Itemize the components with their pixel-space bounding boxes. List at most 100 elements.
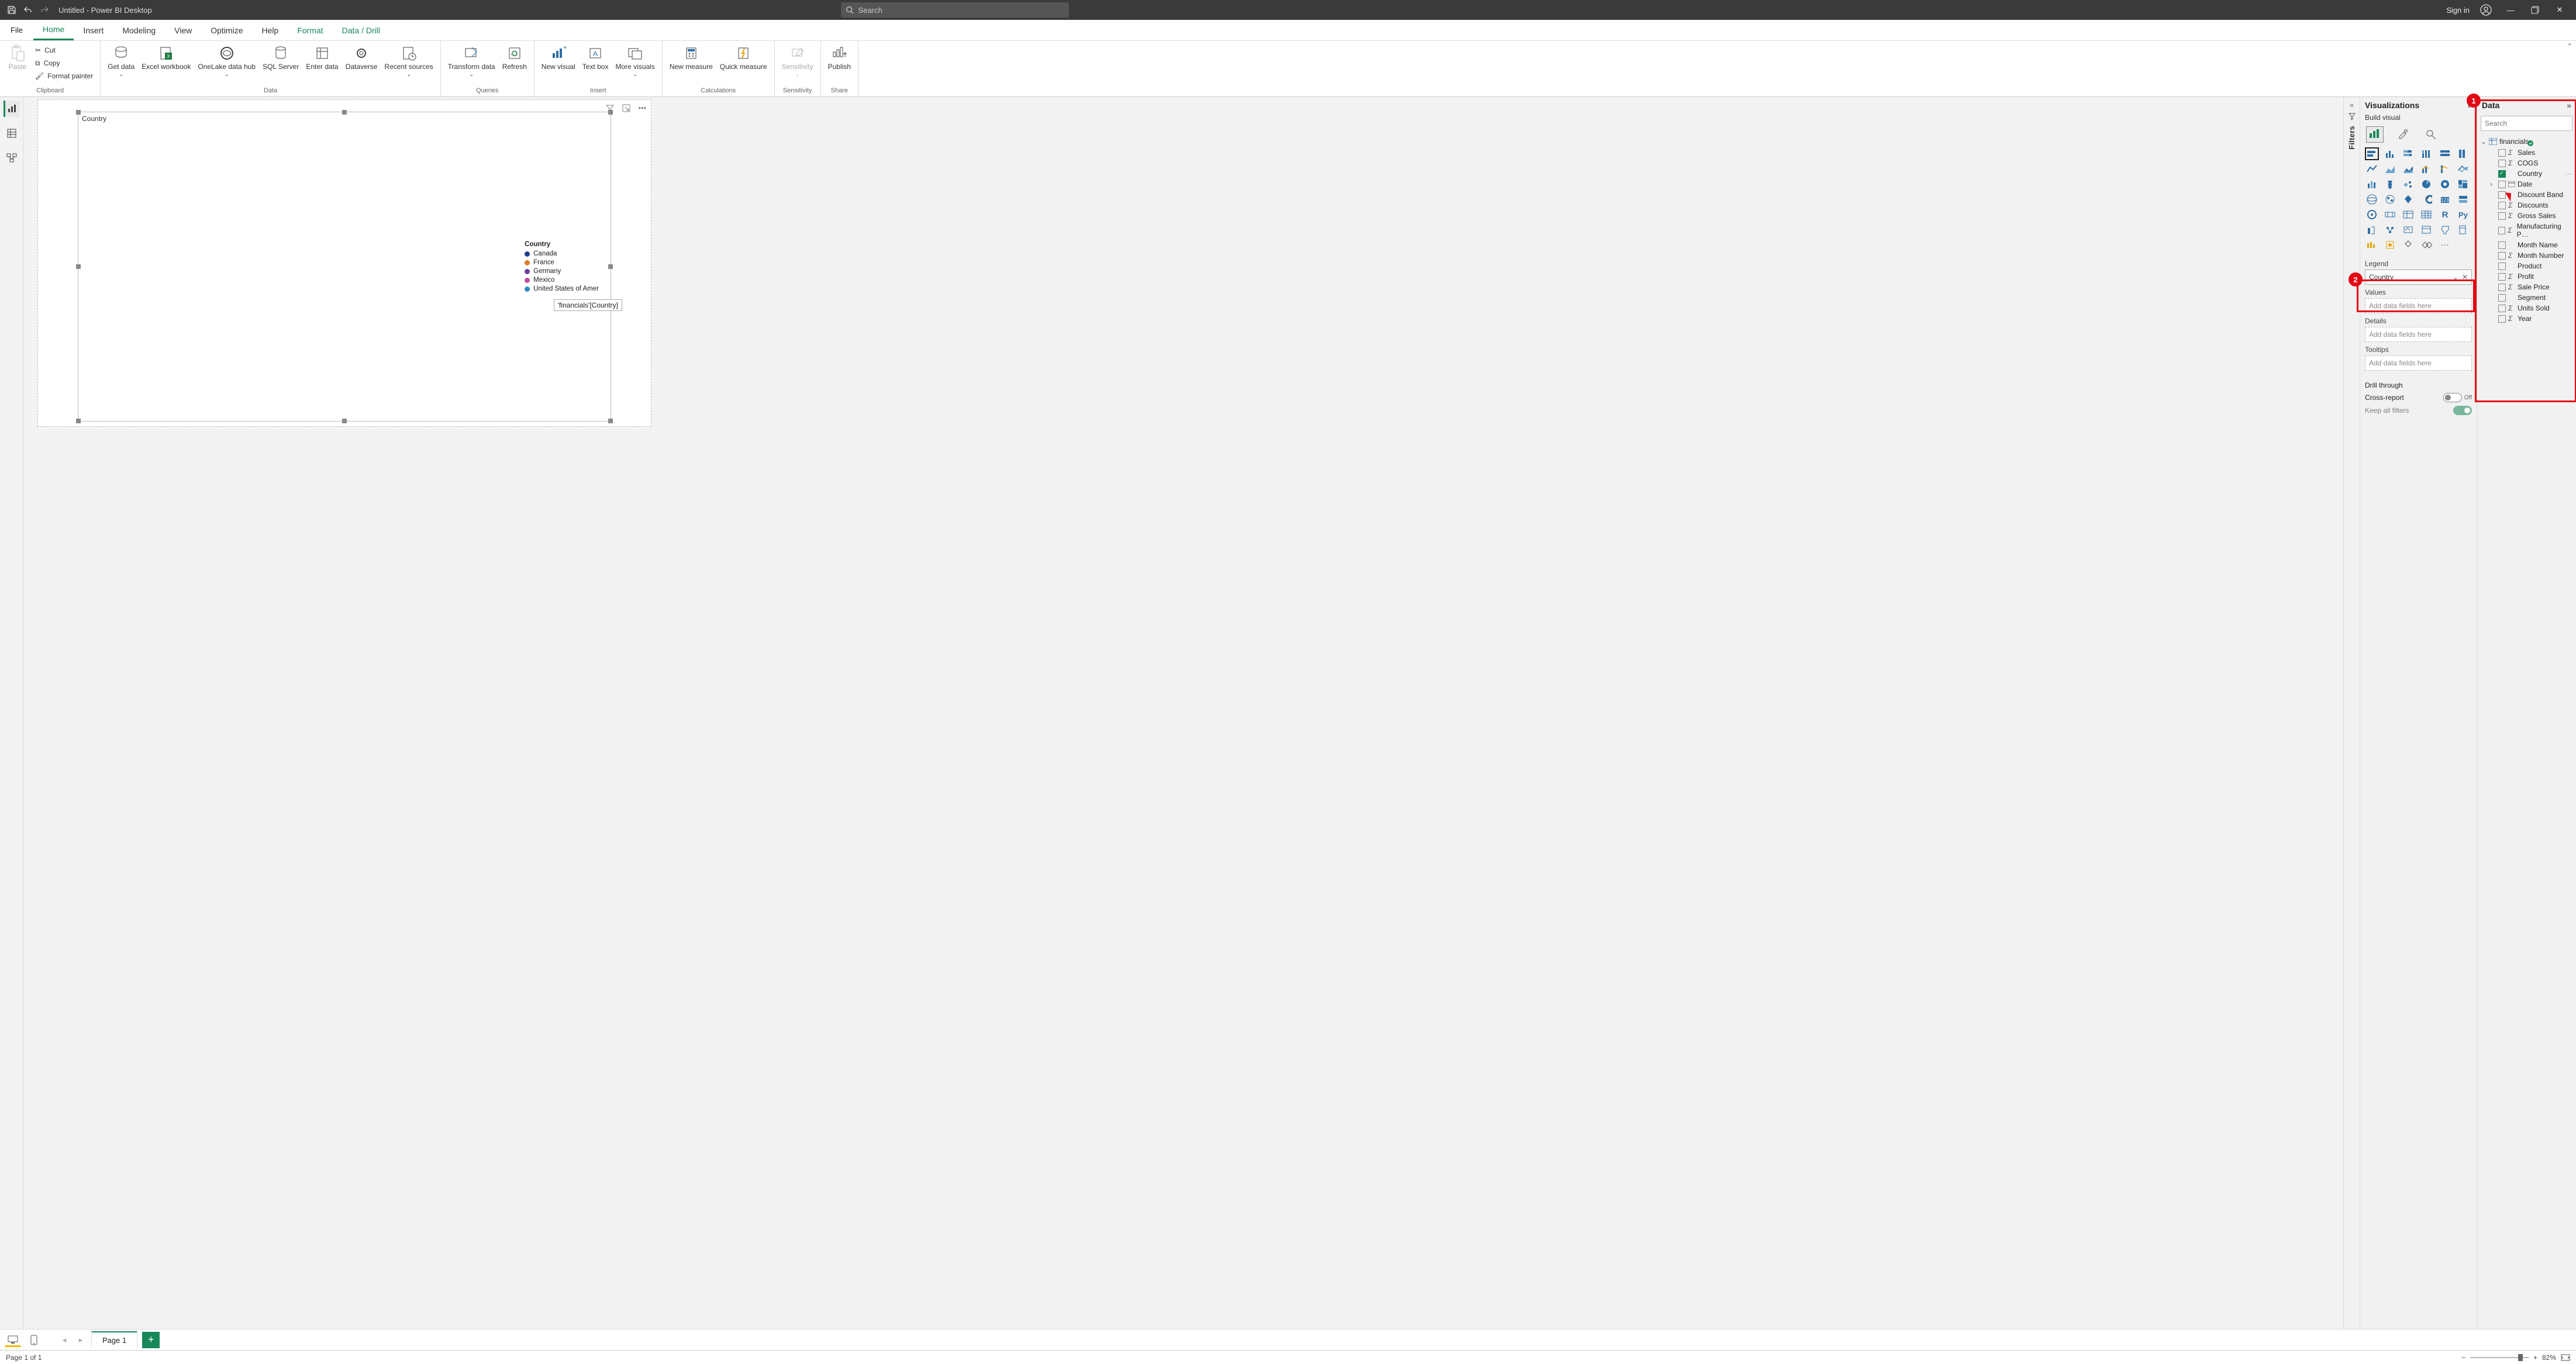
new-visual-button[interactable]: +New visual — [538, 43, 579, 72]
analytics-tab[interactable] — [2422, 126, 2440, 143]
undo-icon[interactable] — [22, 4, 34, 16]
tooltips-well[interactable]: Add data fields here — [2365, 355, 2472, 371]
refresh-button[interactable]: Refresh — [499, 43, 530, 72]
menu-tab-format[interactable]: Format — [288, 20, 332, 40]
redo-icon[interactable] — [39, 4, 50, 16]
more-visuals-button[interactable]: More visuals⌄ — [612, 43, 658, 80]
viz-type-23[interactable] — [2456, 193, 2470, 206]
viz-type-36[interactable] — [2365, 239, 2379, 251]
minimize-icon[interactable]: — — [2505, 4, 2516, 16]
field-checkbox[interactable] — [2498, 284, 2506, 291]
viz-type-20[interactable] — [2401, 193, 2415, 206]
text-box-button[interactable]: AText box — [579, 43, 612, 72]
viz-type-18[interactable] — [2365, 193, 2379, 206]
field-sales[interactable]: ΣSales — [2480, 147, 2574, 158]
quick-measure-button[interactable]: Quick measure — [716, 43, 771, 72]
viz-type-16[interactable] — [2438, 178, 2452, 191]
enter-data-button[interactable]: Enter data — [302, 43, 342, 72]
viz-type-12[interactable] — [2365, 178, 2379, 191]
field-discount-band[interactable]: Discount Band — [2480, 189, 2574, 200]
get-data-button[interactable]: Get data⌄ — [104, 43, 138, 80]
viz-type-38[interactable] — [2401, 239, 2415, 251]
keep-filters-toggle[interactable] — [2453, 406, 2472, 415]
close-icon[interactable]: ✕ — [2554, 4, 2565, 16]
fit-to-page-button[interactable] — [2561, 1354, 2570, 1361]
viz-type-25[interactable] — [2383, 208, 2397, 221]
viz-type-22[interactable]: 123 — [2438, 193, 2452, 206]
field-checkbox[interactable] — [2498, 273, 2506, 281]
viz-type-34[interactable] — [2438, 223, 2452, 236]
table-view-button[interactable] — [4, 125, 20, 141]
menu-tab-optimize[interactable]: Optimize — [201, 20, 252, 40]
sign-in-button[interactable]: Sign in — [2446, 6, 2470, 15]
field-cogs[interactable]: ΣCOGS — [2480, 158, 2574, 168]
zoom-slider[interactable] — [2470, 1357, 2529, 1358]
field-sale-price[interactable]: ΣSale Price — [2480, 282, 2574, 292]
viz-type-28[interactable]: R — [2438, 208, 2452, 221]
field-checkbox[interactable] — [2498, 294, 2506, 302]
menu-tab-modeling[interactable]: Modeling — [113, 20, 165, 40]
prev-page-button[interactable]: ◂ — [58, 1335, 70, 1345]
viz-type-15[interactable] — [2419, 178, 2433, 191]
viz-type-37[interactable] — [2383, 239, 2397, 251]
viz-type-3[interactable] — [2419, 147, 2433, 160]
field-manufacturing-p-[interactable]: ΣManufacturing P… — [2480, 221, 2574, 240]
account-icon[interactable] — [2480, 4, 2492, 16]
caret-down-icon[interactable]: ⌄ — [2481, 137, 2487, 146]
field-checkbox[interactable] — [2498, 181, 2506, 188]
viz-type-27[interactable] — [2419, 208, 2433, 221]
report-canvas[interactable]: ••• Country Country CanadaFranceGermanyM… — [37, 99, 651, 427]
report-view-button[interactable] — [4, 101, 20, 117]
onelake-button[interactable]: OneLake data hub⌄ — [194, 43, 259, 80]
viz-type-35[interactable] — [2456, 223, 2470, 236]
copy-button[interactable]: ⧉Copy — [34, 57, 94, 69]
visual-container[interactable]: Country Country CanadaFranceGermanyMexic… — [78, 112, 611, 422]
restore-icon[interactable] — [2529, 4, 2541, 16]
viz-type-6[interactable] — [2365, 163, 2379, 175]
field-product[interactable]: Product — [2480, 261, 2574, 271]
field-date[interactable]: ›Date — [2480, 179, 2574, 189]
field-checkbox[interactable] — [2498, 305, 2506, 312]
global-search[interactable]: Search — [841, 2, 1069, 18]
viz-type-4[interactable] — [2438, 147, 2452, 160]
field-checkbox[interactable] — [2498, 263, 2506, 270]
save-icon[interactable] — [6, 4, 18, 16]
field-checkbox[interactable] — [2498, 202, 2506, 209]
viz-type-8[interactable] — [2401, 163, 2415, 175]
menu-tab-home[interactable]: Home — [33, 20, 74, 40]
next-page-button[interactable]: ▸ — [75, 1335, 87, 1345]
viz-type-32[interactable] — [2401, 223, 2415, 236]
viz-type-31[interactable] — [2383, 223, 2397, 236]
canvas-area[interactable]: ••• Country Country CanadaFranceGermanyM… — [23, 97, 2343, 1329]
field-discounts[interactable]: ΣDiscounts — [2480, 200, 2574, 210]
menu-tab-data-drill[interactable]: Data / Drill — [333, 20, 389, 40]
field-units-sold[interactable]: ΣUnits Sold — [2480, 303, 2574, 313]
format-tab[interactable] — [2394, 126, 2412, 143]
model-view-button[interactable] — [4, 150, 20, 166]
transform-data-button[interactable]: Transform data⌄ — [444, 43, 499, 80]
viz-type-11[interactable] — [2456, 163, 2470, 175]
collapse-data-icon[interactable]: » — [2567, 101, 2571, 110]
viz-type-5[interactable] — [2456, 147, 2470, 160]
field-checkbox[interactable] — [2498, 212, 2506, 220]
data-search[interactable] — [2481, 116, 2572, 131]
expand-filters-icon[interactable]: « — [2350, 101, 2354, 109]
viz-type-9[interactable] — [2419, 163, 2433, 175]
sql-button[interactable]: SQL Server — [259, 43, 302, 72]
viz-type-2[interactable] — [2401, 147, 2415, 160]
field-checkbox[interactable] — [2498, 252, 2506, 260]
values-well[interactable]: Add data fields here — [2365, 298, 2472, 313]
field-profit[interactable]: ΣProfit — [2480, 271, 2574, 282]
viz-type-7[interactable] — [2383, 163, 2397, 175]
viz-type-24[interactable] — [2365, 208, 2379, 221]
sensitivity-button[interactable]: Sensitivity⌄ — [778, 43, 817, 80]
field-checkbox[interactable] — [2498, 241, 2506, 249]
data-search-input[interactable] — [2485, 119, 2575, 127]
excel-button[interactable]: XExcel workbook — [138, 43, 194, 72]
field-segment[interactable]: Segment — [2480, 292, 2574, 303]
more-options-icon[interactable]: ••• — [638, 103, 646, 113]
details-well[interactable]: Add data fields here — [2365, 327, 2472, 342]
focus-mode-icon[interactable] — [622, 103, 631, 113]
field-checkbox[interactable] — [2498, 149, 2506, 157]
viz-type-29[interactable]: Py — [2456, 208, 2470, 221]
